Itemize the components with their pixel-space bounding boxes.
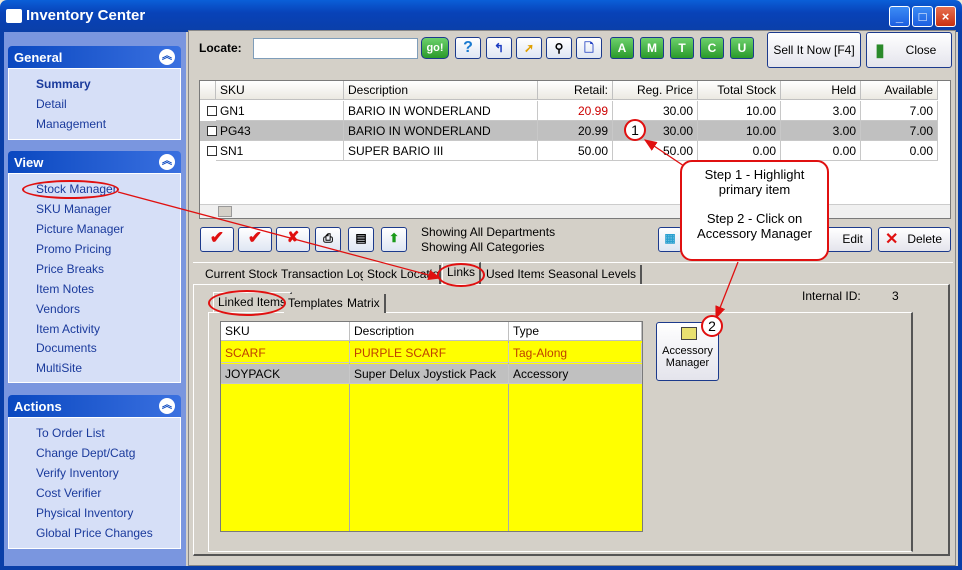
annotation-arrows <box>117 139 739 320</box>
instruction-callout: Step 1 - Highlight primary item Step 2 -… <box>680 160 829 261</box>
step1-text: Step 1 - Highlight primary item <box>704 167 805 197</box>
stock-manager-highlight <box>22 180 119 199</box>
arrow-to-step2 <box>715 261 739 320</box>
step2-marker: 2 <box>701 315 723 337</box>
links-highlight <box>437 263 485 287</box>
step1-marker: 1 <box>624 119 646 141</box>
arrow-to-links <box>117 191 442 281</box>
step2-text: Step 2 - Click on Accessory Manager <box>697 211 812 241</box>
linked-items-highlight <box>208 290 286 316</box>
